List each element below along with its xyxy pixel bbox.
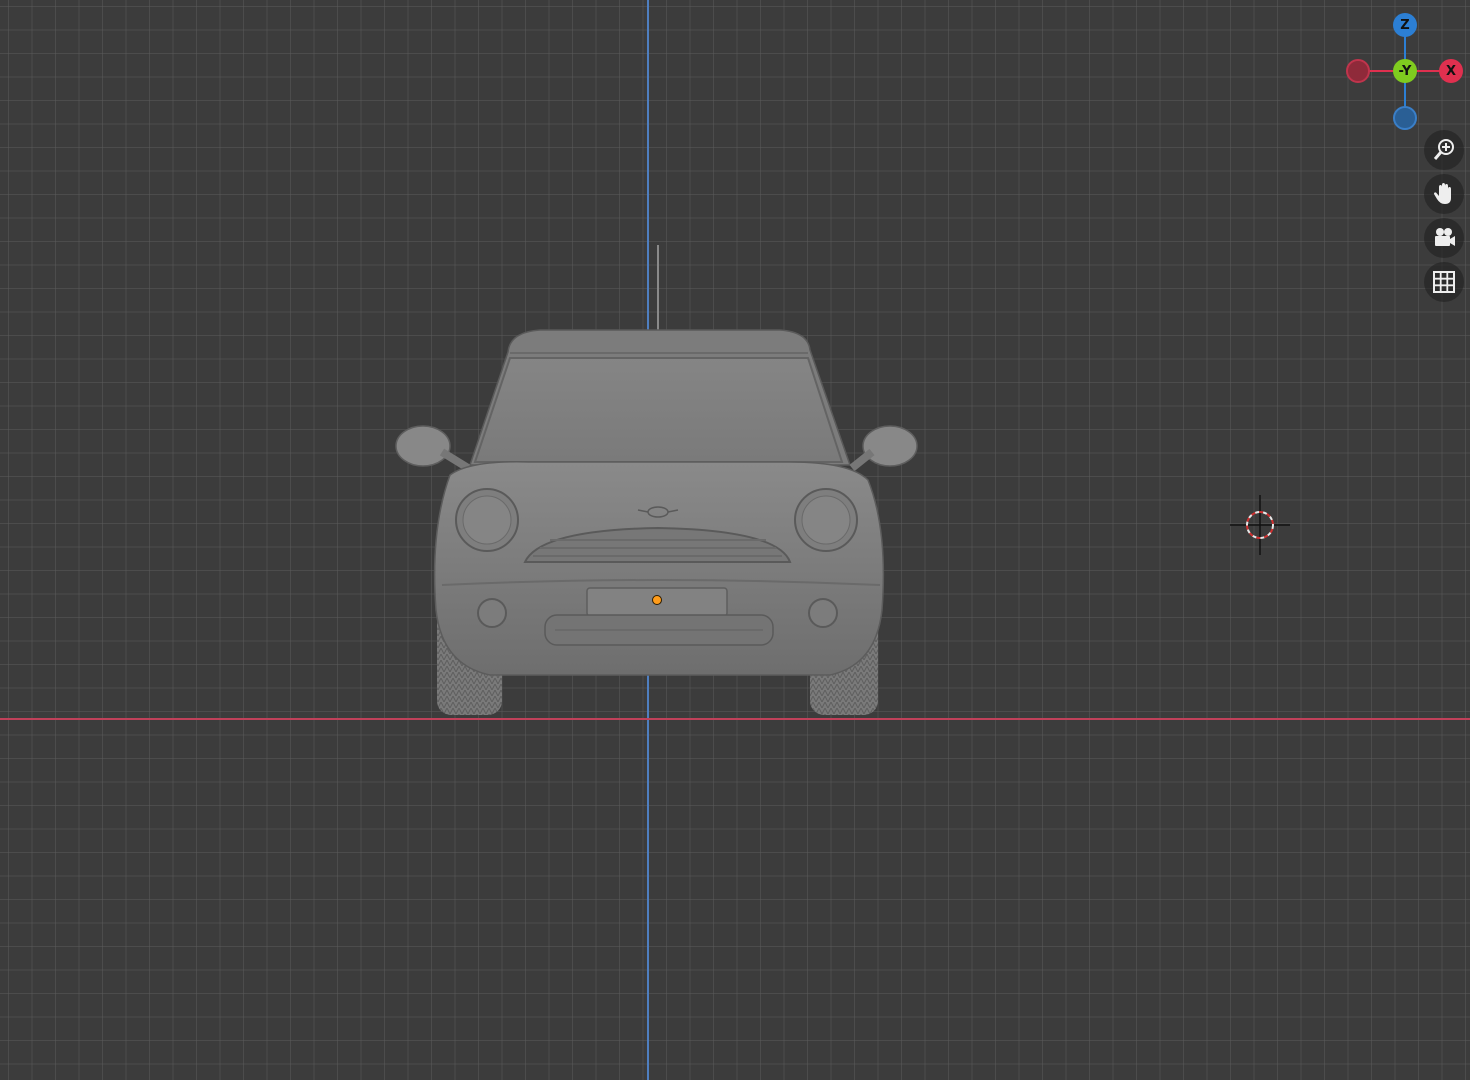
camera-view-button[interactable] — [1424, 218, 1464, 258]
3d-cursor-icon[interactable] — [1230, 495, 1290, 555]
gizmo-z-label: Z — [1400, 17, 1410, 33]
gizmo-y-label: -Y — [1398, 63, 1412, 79]
gizmo-neg-y-button[interactable]: -Y — [1393, 59, 1417, 83]
zoom-button[interactable] — [1424, 130, 1464, 170]
gizmo-x-label: X — [1445, 63, 1457, 79]
object-origin-dot — [652, 595, 662, 605]
car-model[interactable] — [390, 240, 930, 730]
zoom-icon — [1433, 139, 1454, 160]
grid-perspective-icon — [1433, 271, 1455, 293]
navigation-gizmo[interactable]: Z X -Y — [1340, 8, 1470, 133]
hand-pan-icon — [1434, 183, 1451, 204]
pan-button[interactable] — [1424, 174, 1464, 214]
gizmo-neg-z-button[interactable] — [1393, 106, 1417, 130]
gizmo-z-button[interactable]: Z — [1393, 13, 1417, 37]
gizmo-neg-x-button[interactable] — [1346, 59, 1370, 83]
gizmo-x-button[interactable]: X — [1439, 59, 1463, 83]
camera-icon — [1435, 228, 1455, 246]
perspective-toggle-button[interactable] — [1424, 262, 1464, 302]
